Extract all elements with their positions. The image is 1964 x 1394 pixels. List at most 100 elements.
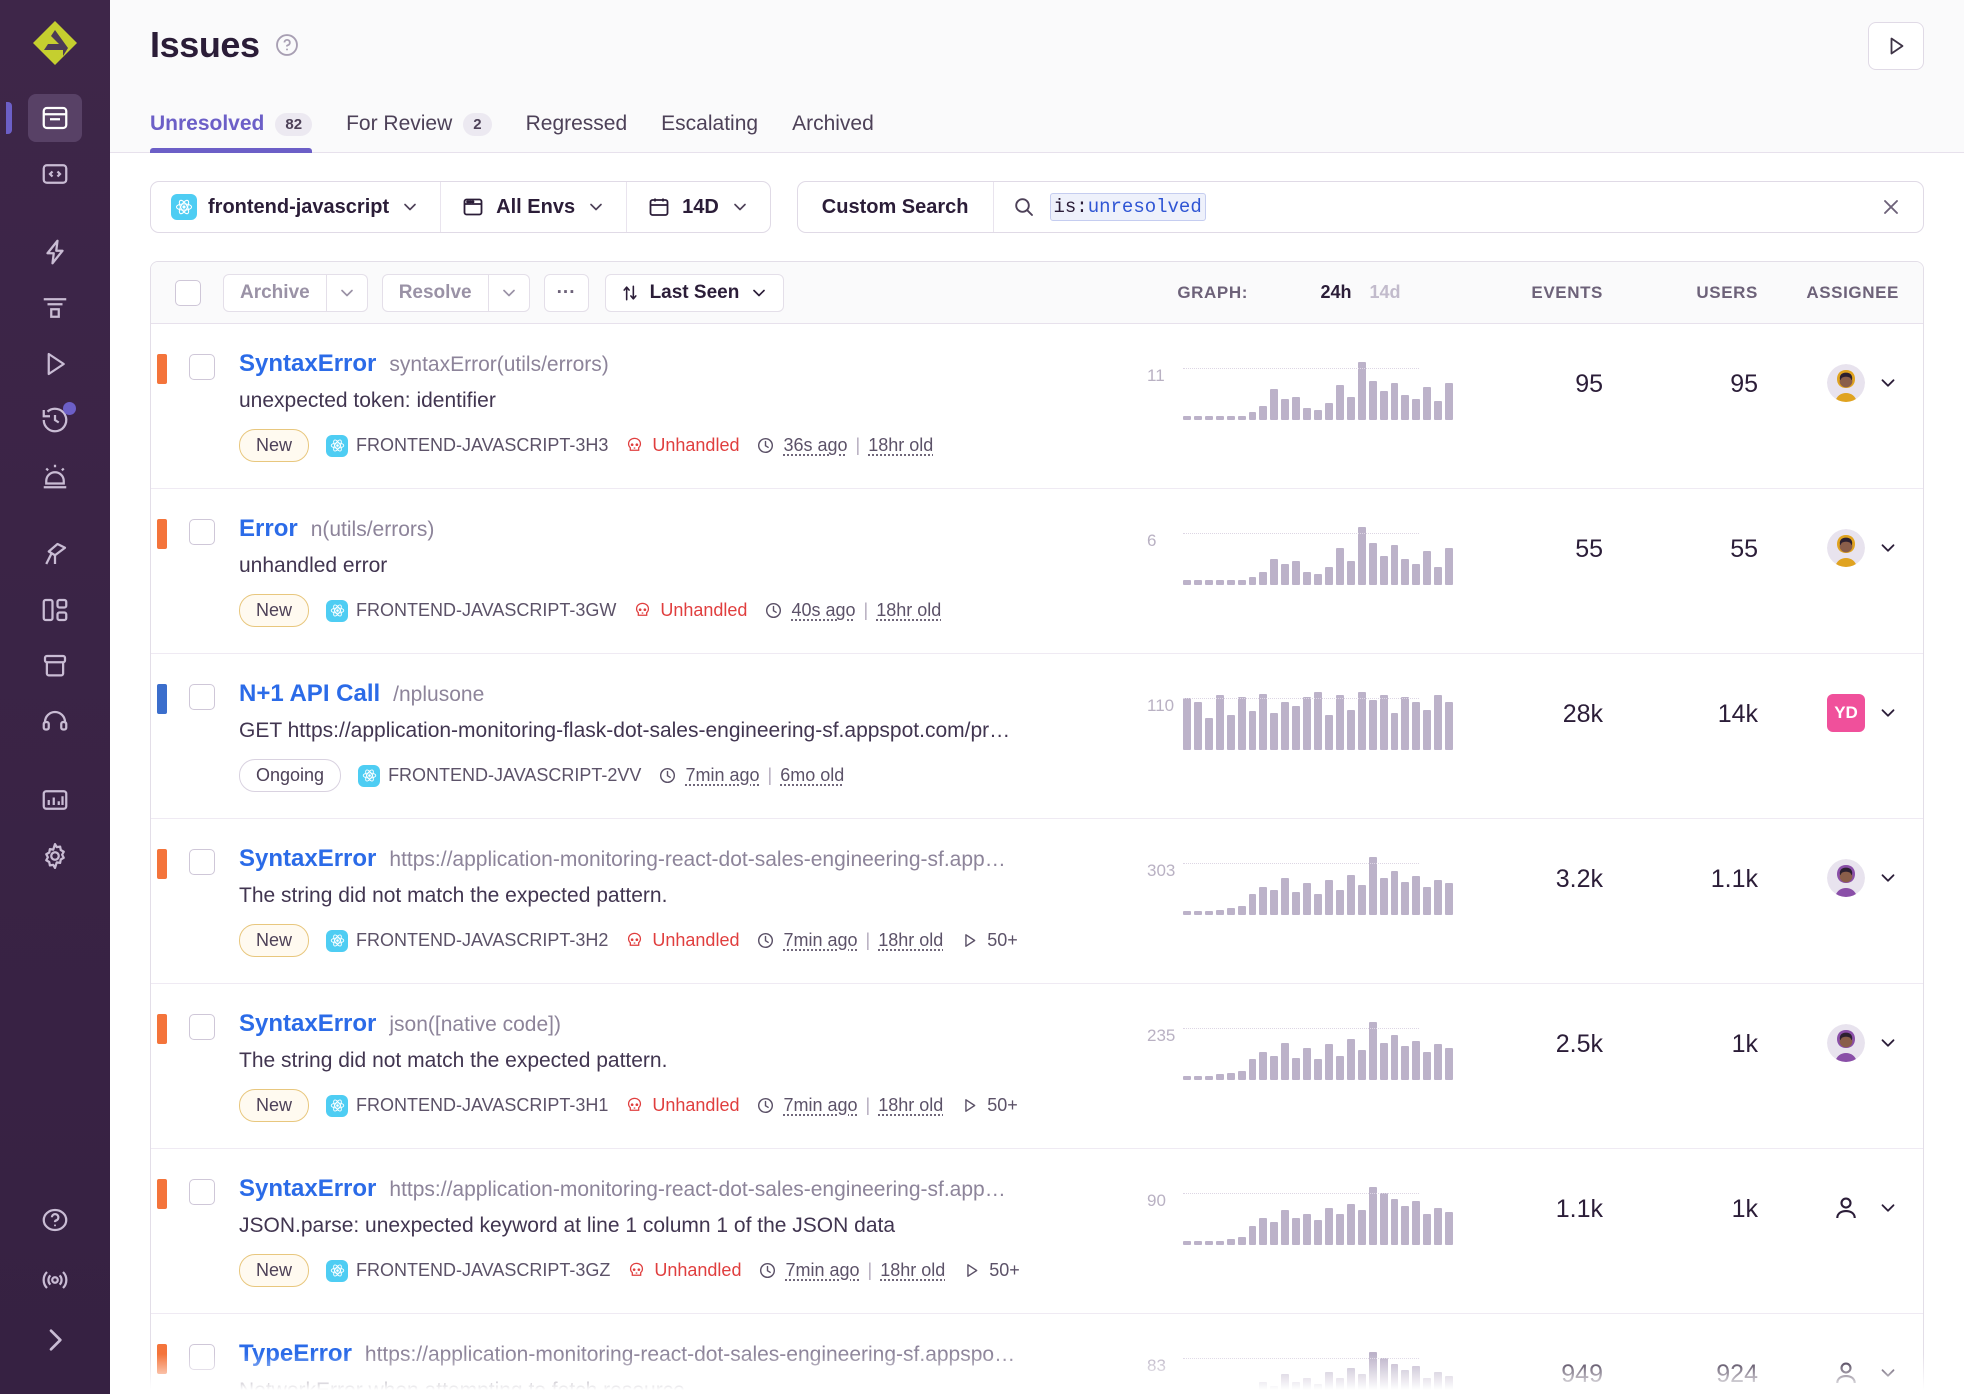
avatar[interactable] (1827, 529, 1865, 567)
sidebar-item-archive[interactable] (28, 642, 82, 690)
assignee-chevron-down-icon[interactable] (1877, 1197, 1899, 1219)
issue-graph[interactable]: 90 (1147, 1175, 1454, 1245)
issue-graph[interactable]: 303 (1147, 845, 1454, 915)
saved-search-selector[interactable]: Custom Search (798, 182, 994, 232)
row-select-checkbox[interactable] (189, 684, 215, 710)
resolve-button[interactable]: Resolve (381, 273, 489, 312)
sidebar-item-dashboards[interactable] (28, 586, 82, 634)
assignee-chevron-down-icon[interactable] (1877, 372, 1899, 394)
more-actions-ellipsis-icon[interactable]: ··· (543, 273, 589, 312)
short-id[interactable]: FRONTEND-JAVASCRIPT-3H3 (326, 434, 608, 457)
avatar[interactable] (1827, 364, 1865, 402)
sidebar-item-crons[interactable] (28, 284, 82, 332)
assignee-cell[interactable] (1758, 350, 1923, 402)
search-query-token[interactable]: is:unresolved (1049, 193, 1206, 221)
events-count[interactable]: 28k (1453, 680, 1603, 729)
table-row[interactable]: SyntaxError syntaxError(utils/errors) unex… (151, 324, 1923, 489)
search-input[interactable]: is:unresolved (994, 182, 1860, 232)
question-circle-icon[interactable] (274, 32, 300, 58)
issue-graph[interactable]: 83 (1147, 1340, 1454, 1394)
row-select-checkbox[interactable] (189, 1014, 215, 1040)
sort-selector[interactable]: Last Seen (604, 273, 785, 312)
assignee-cell[interactable] (1758, 1010, 1923, 1062)
users-count[interactable]: 55 (1603, 515, 1758, 564)
issue-graph[interactable]: 6 (1147, 515, 1454, 585)
assignee-chevron-down-icon[interactable] (1877, 537, 1899, 559)
archive-dropdown-chevron-down-icon[interactable] (326, 273, 368, 312)
assignee-cell[interactable] (1758, 515, 1923, 567)
events-count[interactable]: 95 (1453, 350, 1603, 399)
issue-graph[interactable]: 235 (1147, 1010, 1454, 1080)
sidebar-item-performance[interactable] (28, 228, 82, 276)
sidebar-item-stats[interactable] (28, 776, 82, 824)
sidebar-item-user-feedback[interactable] (28, 698, 82, 746)
users-count[interactable]: 95 (1603, 350, 1758, 399)
issue-type-link[interactable]: SyntaxError (239, 845, 376, 873)
row-select-checkbox[interactable] (189, 519, 215, 545)
table-row[interactable]: N+1 API Call/nplusone GET https://applica… (151, 654, 1923, 819)
issue-type-link[interactable]: SyntaxError (239, 1175, 376, 1203)
short-id[interactable]: FRONTEND-JAVASCRIPT-3H2 (326, 929, 608, 952)
avatar[interactable] (1827, 1024, 1865, 1062)
assignee-person-icon[interactable] (1827, 1189, 1865, 1227)
tab-archived[interactable]: Archived (792, 112, 874, 152)
replay-count[interactable]: 50+ (962, 1260, 1020, 1281)
users-count[interactable]: 924 (1603, 1340, 1758, 1389)
assignee-person-icon[interactable] (1827, 1354, 1865, 1392)
events-count[interactable]: 949 (1453, 1340, 1603, 1389)
graph-period-14d[interactable]: 14d (1370, 282, 1401, 303)
issue-type-link[interactable]: SyntaxError (239, 350, 376, 378)
sidebar-item-releases[interactable] (28, 396, 82, 444)
environment-filter[interactable]: All Envs (441, 182, 628, 232)
avatar[interactable] (1827, 859, 1865, 897)
sidebar-item-discover[interactable] (28, 530, 82, 578)
row-select-checkbox[interactable] (189, 354, 215, 380)
row-select-checkbox[interactable] (189, 849, 215, 875)
table-row[interactable]: SyntaxError json([native code]) The string… (151, 984, 1923, 1149)
table-row[interactable]: TypeError https://application-monitoring-… (151, 1314, 1923, 1394)
issue-graph[interactable]: 11 (1147, 350, 1454, 420)
events-count[interactable]: 3.2k (1453, 845, 1603, 894)
tab-for-review[interactable]: For Review 2 (346, 112, 492, 152)
replay-count[interactable]: 50+ (960, 930, 1018, 951)
table-row[interactable]: SyntaxError https://application-monitorin… (151, 1149, 1923, 1314)
tab-unresolved[interactable]: Unresolved 82 (150, 112, 313, 153)
expand-sidebar-chevron-right-icon[interactable] (28, 1316, 82, 1364)
sidebar-item-issues[interactable] (6, 94, 82, 142)
table-row[interactable]: SyntaxError https://application-monitorin… (151, 819, 1923, 984)
users-count[interactable]: 14k (1603, 680, 1758, 729)
run-play-button[interactable] (1868, 22, 1924, 70)
events-count[interactable]: 2.5k (1453, 1010, 1603, 1059)
assignee-chevron-down-icon[interactable] (1877, 702, 1899, 724)
short-id[interactable]: FRONTEND-JAVASCRIPT-3H1 (326, 1094, 608, 1117)
select-all-checkbox[interactable] (175, 279, 201, 306)
resolve-dropdown-chevron-down-icon[interactable] (488, 273, 530, 312)
users-count[interactable]: 1k (1603, 1175, 1758, 1224)
short-id[interactable]: FRONTEND-JAVASCRIPT-2VV (358, 764, 641, 787)
sentry-logo-icon[interactable] (26, 14, 84, 72)
graph-period-24h[interactable]: 24h (1320, 282, 1351, 303)
short-id[interactable]: FRONTEND-JAVASCRIPT-3GW (326, 599, 616, 622)
issue-type-link[interactable]: Error (239, 515, 298, 543)
tab-escalating[interactable]: Escalating (661, 112, 758, 152)
issue-type-link[interactable]: SyntaxError (239, 1010, 376, 1038)
clear-search-close-icon[interactable] (1859, 182, 1923, 232)
users-count[interactable]: 1k (1603, 1010, 1758, 1059)
assignee-cell[interactable] (1758, 1175, 1923, 1227)
datetime-filter[interactable]: 14D (627, 182, 770, 232)
sidebar-item-alerts[interactable] (28, 452, 82, 500)
issue-type-link[interactable]: TypeError (239, 1340, 352, 1368)
assignee-chevron-down-icon[interactable] (1877, 1032, 1899, 1054)
assignee-cell[interactable]: YD (1758, 680, 1923, 732)
archive-button[interactable]: Archive (223, 273, 327, 312)
row-select-checkbox[interactable] (189, 1179, 215, 1205)
issue-type-link[interactable]: N+1 API Call (239, 680, 380, 708)
project-filter[interactable]: frontend-javascript (151, 182, 442, 232)
avatar[interactable]: YD (1827, 694, 1865, 732)
sidebar-item-settings[interactable] (28, 832, 82, 880)
broadcast-icon[interactable] (28, 1256, 82, 1304)
table-row[interactable]: Error n(utils/errors) unhandled error New FR… (151, 489, 1923, 654)
sidebar-item-replays[interactable] (28, 340, 82, 388)
assignee-chevron-down-icon[interactable] (1877, 1362, 1899, 1384)
short-id[interactable]: FRONTEND-JAVASCRIPT-3GZ (326, 1259, 610, 1282)
